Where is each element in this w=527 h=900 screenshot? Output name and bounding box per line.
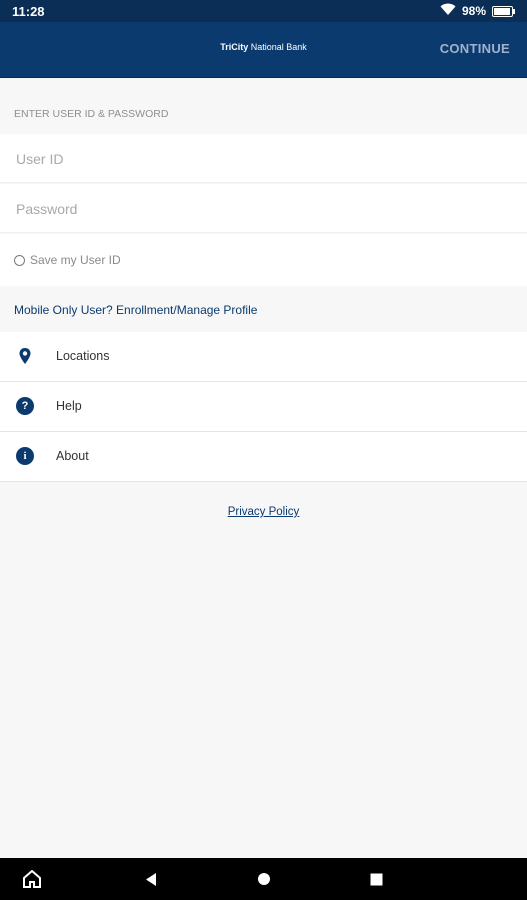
- user-id-input[interactable]: [14, 134, 508, 184]
- brand-name-bold: TriCity: [220, 42, 249, 52]
- privacy-policy-link[interactable]: Privacy Policy: [228, 506, 300, 518]
- status-time: 11:28: [12, 4, 45, 19]
- home-icon[interactable]: [257, 872, 271, 891]
- enrollment-link[interactable]: Mobile Only User? Enrollment/Manage Prof…: [14, 303, 257, 317]
- recents-icon[interactable]: [370, 873, 383, 891]
- enrollment-row: Mobile Only User? Enrollment/Manage Prof…: [0, 286, 527, 332]
- user-id-field: [0, 134, 527, 184]
- menu-item-label: Help: [56, 399, 82, 413]
- status-bar: 11:28 98%: [0, 0, 527, 22]
- status-indicators: 98%: [440, 3, 515, 19]
- info-glyph: i: [16, 447, 34, 465]
- menu-item-label: About: [56, 449, 89, 463]
- system-navigation-bar: [0, 858, 527, 900]
- menu-item-about[interactable]: i About: [0, 432, 527, 482]
- menu-item-help[interactable]: ? Help: [0, 382, 527, 432]
- home-app-icon[interactable]: [23, 869, 41, 893]
- location-pin-icon: [16, 347, 34, 365]
- menu-item-locations[interactable]: Locations: [0, 332, 527, 382]
- save-user-id-radio[interactable]: [14, 255, 25, 266]
- back-icon[interactable]: [144, 872, 158, 892]
- battery-percent: 98%: [461, 4, 486, 18]
- help-glyph: ?: [16, 397, 34, 415]
- help-icon: ?: [16, 397, 34, 415]
- wifi-icon: [440, 3, 456, 19]
- password-field: [0, 184, 527, 234]
- brand-name-rest: National Bank: [248, 42, 307, 52]
- continue-button[interactable]: CONTINUE: [440, 41, 510, 56]
- info-icon: i: [16, 447, 34, 465]
- privacy-policy-container: Privacy Policy: [0, 502, 527, 520]
- save-user-id-row[interactable]: Save my User ID: [0, 234, 527, 286]
- login-section-header: ENTER USER ID & PASSWORD: [0, 78, 527, 134]
- menu-item-label: Locations: [56, 349, 110, 363]
- password-input[interactable]: [14, 184, 508, 234]
- app-bar: TriCity National Bank CONTINUE: [0, 22, 527, 78]
- save-user-id-label: Save my User ID: [30, 253, 121, 267]
- section-title: ENTER USER ID & PASSWORD: [14, 108, 169, 120]
- battery-icon: [492, 5, 515, 17]
